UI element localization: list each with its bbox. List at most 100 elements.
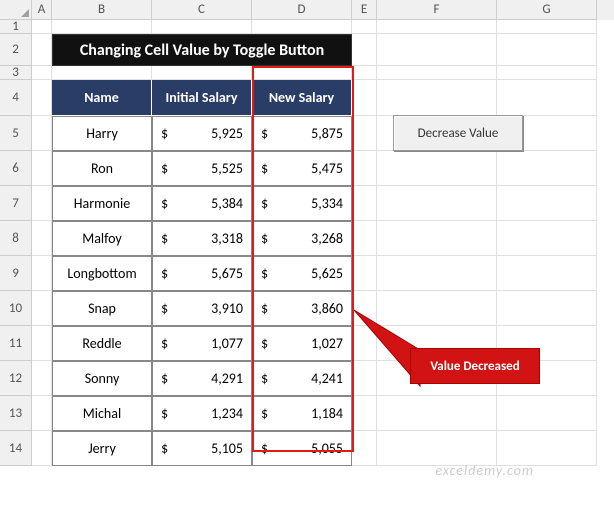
table-cell-initial[interactable]: $5,525 — [152, 151, 252, 186]
cell[interactable] — [32, 221, 52, 256]
col-header-E[interactable]: E — [352, 0, 377, 20]
row-header-7[interactable]: 7 — [0, 186, 32, 221]
cell[interactable] — [152, 66, 252, 80]
cell[interactable] — [32, 80, 52, 116]
cell[interactable] — [32, 326, 52, 361]
col-header-B[interactable]: B — [52, 0, 152, 20]
table-cell-initial[interactable]: $5,105 — [152, 431, 252, 466]
table-cell-new[interactable]: $5,625 — [252, 256, 352, 291]
cell[interactable] — [497, 80, 597, 116]
table-cell-name[interactable]: Sonny — [52, 361, 152, 396]
table-cell-name[interactable]: Michal — [52, 396, 152, 431]
row-header-12[interactable]: 12 — [0, 361, 32, 396]
table-cell-new[interactable]: $5,334 — [252, 186, 352, 221]
cell[interactable] — [377, 221, 497, 256]
table-cell-new[interactable]: $3,860 — [252, 291, 352, 326]
decrease-value-button[interactable]: Decrease Value — [393, 115, 523, 151]
table-cell-initial[interactable]: $1,234 — [152, 396, 252, 431]
row-header-6[interactable]: 6 — [0, 151, 32, 186]
cell[interactable] — [352, 34, 377, 66]
table-cell-initial[interactable]: $1,077 — [152, 326, 252, 361]
cell[interactable] — [32, 66, 52, 80]
row-header-8[interactable]: 8 — [0, 221, 32, 256]
cell[interactable] — [32, 361, 52, 396]
cell[interactable] — [377, 66, 497, 80]
select-all-corner[interactable] — [0, 0, 32, 20]
cell[interactable] — [152, 20, 252, 34]
cell[interactable] — [352, 396, 377, 431]
cell[interactable] — [352, 256, 377, 291]
cell[interactable] — [377, 396, 497, 431]
col-header-F[interactable]: F — [377, 0, 497, 20]
table-cell-initial[interactable]: $4,291 — [152, 361, 252, 396]
cell[interactable] — [497, 151, 597, 186]
table-cell-new[interactable]: $4,241 — [252, 361, 352, 396]
table-header-name[interactable]: Name — [52, 80, 152, 116]
table-header-new[interactable]: New Salary — [252, 80, 352, 116]
row-header-13[interactable]: 13 — [0, 396, 32, 431]
table-cell-initial[interactable]: $5,675 — [152, 256, 252, 291]
row-header-11[interactable]: 11 — [0, 326, 32, 361]
cell[interactable] — [352, 221, 377, 256]
cell[interactable] — [52, 20, 152, 34]
page-title[interactable]: Changing Cell Value by Toggle Button — [52, 34, 352, 66]
table-cell-new[interactable]: $1,027 — [252, 326, 352, 361]
cell[interactable] — [32, 431, 52, 466]
row-header-9[interactable]: 9 — [0, 256, 32, 291]
table-cell-name[interactable]: Longbottom — [52, 256, 152, 291]
table-cell-initial[interactable]: $3,318 — [152, 221, 252, 256]
row-header-5[interactable]: 5 — [0, 116, 32, 151]
cell[interactable] — [377, 34, 497, 66]
cell[interactable] — [352, 431, 377, 466]
cell[interactable] — [497, 186, 597, 221]
table-cell-new[interactable]: $1,184 — [252, 396, 352, 431]
cell[interactable] — [377, 80, 497, 116]
cell[interactable] — [52, 66, 152, 80]
col-header-D[interactable]: D — [252, 0, 352, 20]
cell[interactable] — [352, 20, 377, 34]
table-cell-name[interactable]: Jerry — [52, 431, 152, 466]
table-cell-name[interactable]: Malfoy — [52, 221, 152, 256]
table-cell-initial[interactable]: $5,925 — [152, 116, 252, 151]
table-cell-new[interactable]: $5,475 — [252, 151, 352, 186]
cell[interactable] — [497, 66, 597, 80]
table-cell-initial[interactable]: $5,384 — [152, 186, 252, 221]
cell[interactable] — [352, 116, 377, 151]
cell[interactable] — [32, 116, 52, 151]
cell[interactable] — [32, 20, 52, 34]
cell[interactable] — [377, 20, 497, 34]
cell[interactable] — [252, 66, 352, 80]
cell[interactable] — [497, 431, 597, 466]
table-cell-new[interactable]: $5,875 — [252, 116, 352, 151]
table-cell-name[interactable]: Harmonie — [52, 186, 152, 221]
cell[interactable] — [377, 256, 497, 291]
row-header-14[interactable]: 14 — [0, 431, 32, 466]
cell[interactable] — [32, 34, 52, 66]
cell[interactable] — [352, 186, 377, 221]
col-header-C[interactable]: C — [152, 0, 252, 20]
table-cell-new[interactable]: $3,268 — [252, 221, 352, 256]
cell[interactable] — [497, 20, 597, 34]
cell[interactable] — [32, 186, 52, 221]
table-header-initial[interactable]: Initial Salary — [152, 80, 252, 116]
cell[interactable] — [32, 151, 52, 186]
cell[interactable] — [32, 256, 52, 291]
cell[interactable] — [497, 34, 597, 66]
cell[interactable] — [252, 20, 352, 34]
cell[interactable] — [377, 186, 497, 221]
table-cell-name[interactable]: Harry — [52, 116, 152, 151]
row-header-4[interactable]: 4 — [0, 80, 32, 116]
cell[interactable] — [497, 396, 597, 431]
cell[interactable] — [352, 66, 377, 80]
row-header-1[interactable]: 1 — [0, 20, 32, 34]
row-header-2[interactable]: 2 — [0, 34, 32, 66]
cell[interactable] — [32, 396, 52, 431]
col-header-G[interactable]: G — [497, 0, 597, 20]
cell[interactable] — [497, 256, 597, 291]
cell[interactable] — [497, 291, 597, 326]
cell[interactable] — [497, 221, 597, 256]
row-header-10[interactable]: 10 — [0, 291, 32, 326]
row-header-3[interactable]: 3 — [0, 66, 32, 80]
table-cell-name[interactable]: Reddle — [52, 326, 152, 361]
col-header-A[interactable]: A — [32, 0, 52, 20]
